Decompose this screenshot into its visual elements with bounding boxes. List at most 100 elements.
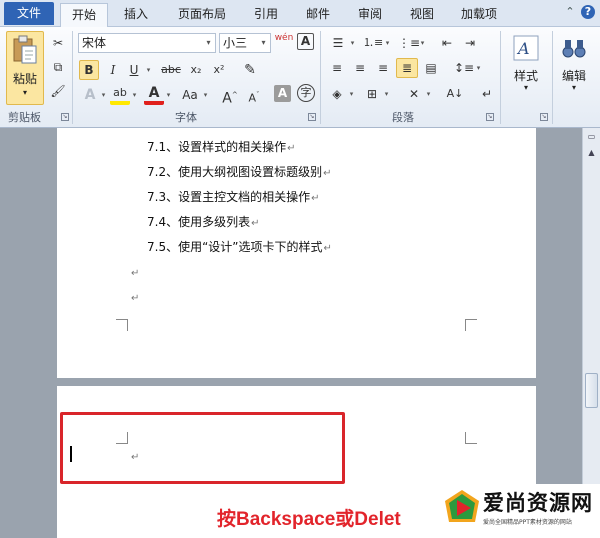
- chevron-down-icon[interactable]: ▾: [202, 34, 215, 52]
- bold-button[interactable]: B: [79, 60, 99, 80]
- styles-launcher-icon[interactable]: ↘: [540, 113, 548, 121]
- increase-indent-icon[interactable]: ⇥: [460, 33, 480, 53]
- decrease-indent-icon[interactable]: ⇤: [437, 33, 457, 53]
- character-border-icon[interactable]: A: [297, 33, 314, 50]
- binoculars-icon: [562, 40, 586, 58]
- scrollbar-thumb[interactable]: [585, 373, 598, 408]
- strikethrough-button[interactable]: abc: [158, 60, 184, 80]
- align-left-icon[interactable]: ≡: [327, 58, 347, 78]
- distributed-icon[interactable]: ▤: [421, 58, 441, 78]
- font-name-combo[interactable]: 宋体 ▾: [78, 33, 216, 53]
- group-divider: [72, 31, 73, 124]
- toc-line[interactable]: 7.2、使用大纲视图设置标题级别↵: [147, 164, 331, 180]
- clear-formatting-icon[interactable]: ✎: [240, 60, 260, 80]
- paragraph-mark-icon: ↵: [251, 218, 260, 229]
- font-color-dropdown-icon[interactable]: ▾: [165, 85, 172, 105]
- phonetic-guide-icon[interactable]: wén: [274, 33, 294, 53]
- borders-icon[interactable]: ⊞: [362, 84, 382, 104]
- justify-icon[interactable]: ≣: [396, 58, 418, 78]
- tab-mailings[interactable]: 邮件: [296, 3, 340, 27]
- tab-file[interactable]: 文件: [4, 2, 54, 25]
- copy-icon[interactable]: ⧉: [48, 57, 68, 77]
- change-case-dropdown-icon[interactable]: ▾: [202, 85, 209, 105]
- toc-line[interactable]: 7.4、使用多级列表↵: [147, 214, 259, 230]
- document-page[interactable]: 7.1、设置样式的相关操作↵ 7.2、使用大纲视图设置标题级别↵ 7.3、设置主…: [57, 128, 536, 378]
- shrink-font-icon[interactable]: Aˇ: [244, 85, 264, 105]
- numbering-dropdown-icon[interactable]: ▾: [384, 33, 391, 53]
- text-effects-dropdown-icon[interactable]: ▾: [100, 85, 107, 105]
- phonetic-label: wén: [274, 33, 294, 43]
- bullets-dropdown-icon[interactable]: ▾: [349, 33, 356, 53]
- enclose-characters-icon[interactable]: 字: [297, 84, 315, 102]
- font-launcher-icon[interactable]: ↘: [308, 113, 316, 121]
- scroll-up-icon[interactable]: ▲: [585, 146, 598, 159]
- chevron-down-icon[interactable]: ▾: [257, 34, 270, 52]
- empty-paragraph[interactable]: ↵: [130, 448, 139, 464]
- grow-font-icon[interactable]: A^: [220, 85, 240, 107]
- tab-addins[interactable]: 加载项: [453, 3, 505, 27]
- help-icon[interactable]: ?: [581, 5, 595, 19]
- vertical-scrollbar[interactable]: ▭ ▲: [582, 128, 600, 538]
- paragraph-mark-icon: ↵: [131, 452, 140, 463]
- chinese-layout-icon[interactable]: ✕: [404, 84, 424, 104]
- align-center-icon[interactable]: ≡: [350, 58, 370, 78]
- editing-button[interactable]: 编辑 ▾: [554, 31, 594, 105]
- highlight-color-icon[interactable]: ab: [110, 85, 130, 105]
- paste-dropdown-icon[interactable]: ▾: [7, 88, 43, 97]
- multilevel-dropdown-icon[interactable]: ▾: [419, 33, 426, 53]
- highlight-dropdown-icon[interactable]: ▾: [131, 85, 138, 105]
- multilevel-list-icon[interactable]: ⋮≡: [398, 33, 420, 53]
- numbering-icon[interactable]: ⒈≡: [363, 33, 383, 53]
- instruction-caption: 按Backspace或Delet: [217, 509, 401, 530]
- toc-line[interactable]: 7.5、使用“设计”选项卡下的样式↵: [147, 239, 332, 255]
- subscript-button[interactable]: x₂: [186, 60, 206, 80]
- underline-dropdown-icon[interactable]: ▾: [145, 60, 152, 80]
- superscript-button[interactable]: x²: [209, 60, 229, 80]
- line-spacing-dropdown-icon[interactable]: ▾: [475, 58, 482, 78]
- shading-dropdown-icon[interactable]: ▾: [348, 84, 355, 104]
- tab-view[interactable]: 视图: [400, 3, 444, 27]
- font-color-icon[interactable]: A: [144, 85, 164, 105]
- paragraph-launcher-icon[interactable]: ↘: [486, 113, 494, 121]
- format-painter-icon[interactable]: 🖌: [48, 81, 68, 101]
- editing-label: 编辑: [561, 69, 586, 83]
- bullets-icon[interactable]: ☰: [328, 33, 348, 53]
- paste-button[interactable]: 粘贴 ▾: [6, 31, 44, 105]
- empty-paragraph[interactable]: ↵: [130, 264, 139, 280]
- chinese-layout-dropdown-icon[interactable]: ▾: [425, 84, 432, 104]
- italic-button[interactable]: I: [103, 60, 123, 80]
- paste-icon: [13, 35, 37, 64]
- toc-line[interactable]: 7.1、设置样式的相关操作↵: [147, 139, 295, 155]
- ribbon-minimize-icon[interactable]: ⌃: [563, 5, 577, 19]
- clipboard-launcher-icon[interactable]: ↘: [61, 113, 69, 121]
- ruler-toggle-icon[interactable]: ▭: [585, 130, 598, 143]
- tab-review[interactable]: 审阅: [348, 3, 392, 27]
- chevron-down-icon[interactable]: ▾: [554, 83, 594, 92]
- tab-home[interactable]: 开始: [60, 3, 108, 28]
- chevron-down-icon[interactable]: ▾: [506, 83, 546, 92]
- toc-line-text: 7.5、使用“设计”选项卡下的样式: [147, 240, 323, 254]
- watermark: 爱尚资源网 爱尚全国精品PPT素材资源的网站: [441, 484, 600, 538]
- toc-line[interactable]: 7.3、设置主控文档的相关操作↵: [147, 189, 319, 205]
- text-effects-icon[interactable]: A: [80, 85, 100, 105]
- underline-button[interactable]: U: [124, 60, 144, 80]
- sort-icon[interactable]: A↓: [445, 84, 465, 104]
- ribbon-home: 粘贴 ▾ ✂ ⧉ 🖌 剪贴板 ↘ 宋体 ▾ 小三 ▾ wén A B I U ▾…: [0, 27, 600, 128]
- tab-insert[interactable]: 插入: [114, 3, 158, 27]
- tab-references[interactable]: 引用: [244, 3, 288, 27]
- borders-dropdown-icon[interactable]: ▾: [383, 84, 390, 104]
- font-size-combo[interactable]: 小三 ▾: [219, 33, 271, 53]
- styles-button[interactable]: A 样式 ▾: [506, 31, 546, 105]
- cut-icon[interactable]: ✂: [48, 33, 68, 53]
- empty-paragraph[interactable]: ↵: [130, 289, 139, 305]
- tab-page-layout[interactable]: 页面布局: [170, 3, 234, 27]
- font-group-label: 字体: [175, 111, 197, 124]
- line-spacing-icon[interactable]: ↕≡: [454, 58, 474, 78]
- align-right-icon[interactable]: ≡: [373, 58, 393, 78]
- show-marks-icon[interactable]: ↵: [477, 84, 497, 104]
- paragraph-mark-icon: ↵: [323, 168, 332, 179]
- character-shading-icon[interactable]: A: [274, 85, 291, 102]
- text-cursor: [70, 446, 72, 462]
- change-case-button[interactable]: Aa: [178, 85, 202, 105]
- shading-icon[interactable]: ◈: [327, 84, 347, 104]
